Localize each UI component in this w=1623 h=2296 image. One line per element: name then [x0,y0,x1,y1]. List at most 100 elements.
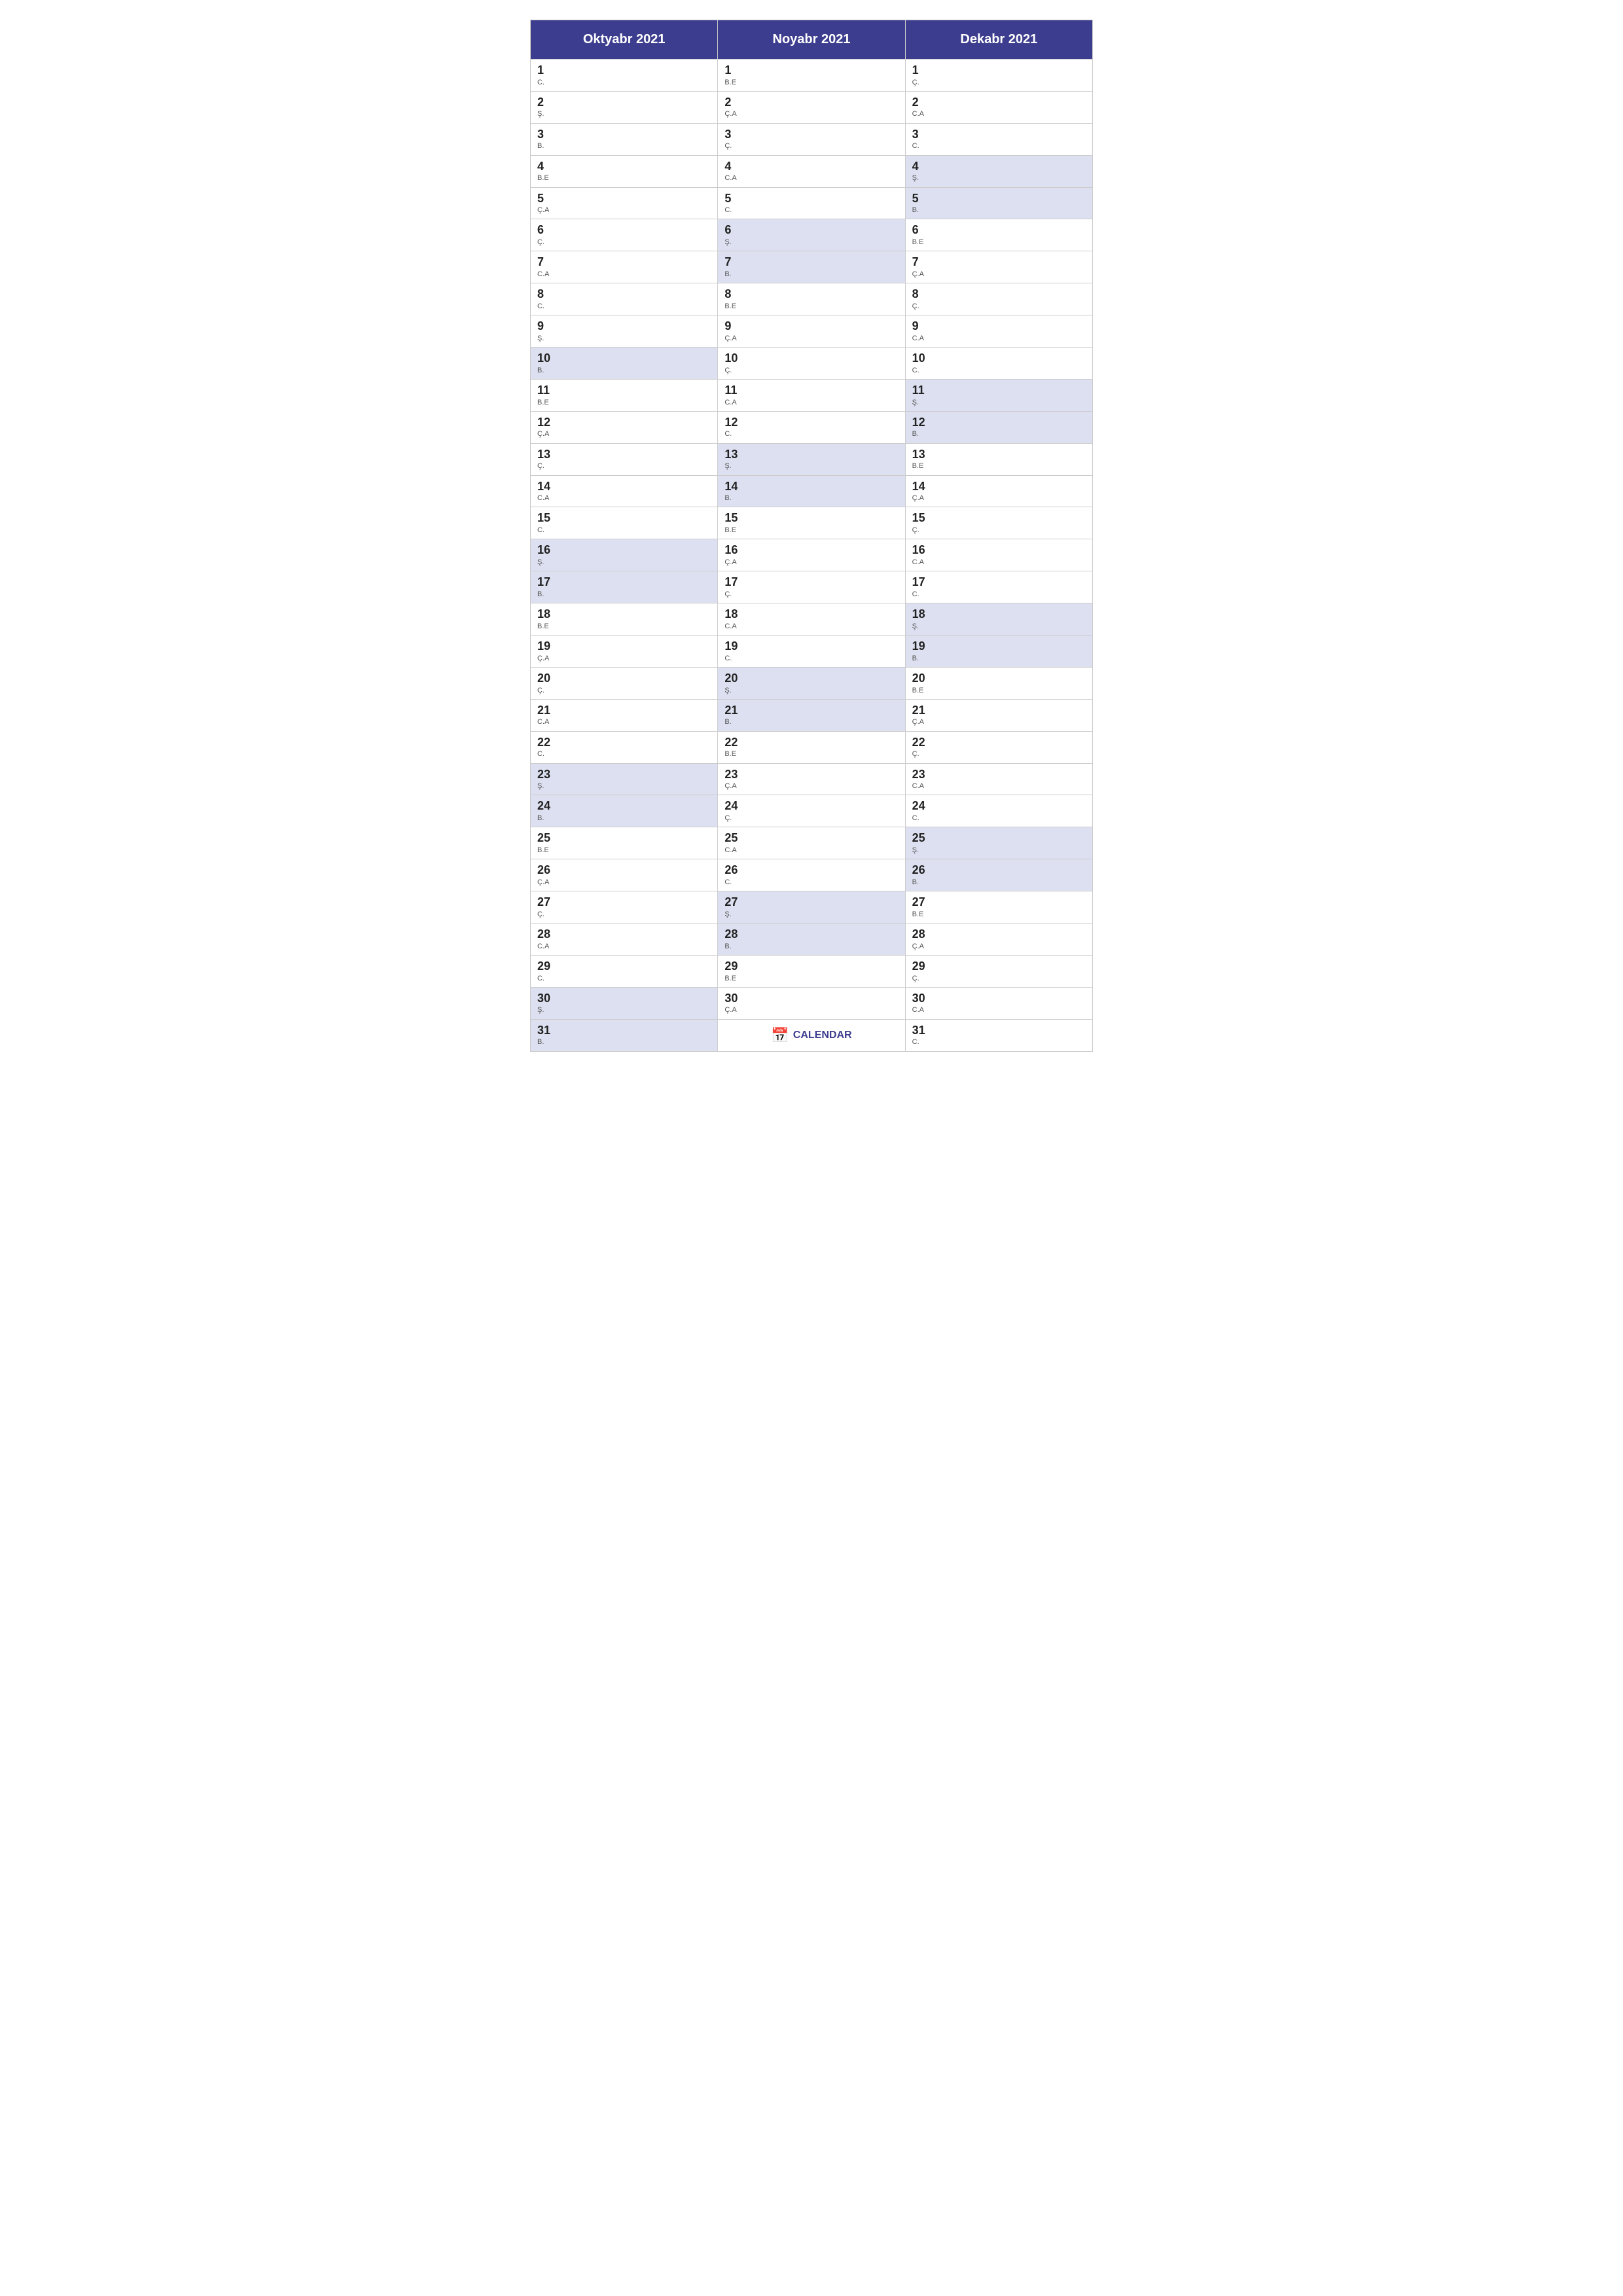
day-cell-m2-d14: 14B. [718,476,905,507]
day-number: 29 [537,960,711,974]
day-cell-m1-d3: 3B. [531,124,718,155]
day-number: 5 [537,192,711,206]
day-number: 30 [537,992,711,1006]
day-label: Ç.A [724,781,898,791]
day-number: 19 [537,639,711,654]
day-label: Ç. [537,910,711,919]
day-label: Ç. [537,686,711,695]
day-label: C.A [724,173,898,183]
day-row-4: 4B.E4C.A4Ş. [531,156,1093,188]
day-label: Ç.A [912,942,1086,951]
day-cell-m3-d25: 25Ş. [906,827,1093,859]
day-label: Ş. [912,846,1086,855]
day-label: C.A [724,622,898,631]
day-label: Ç.A [537,654,711,663]
day-label: B.E [724,974,898,983]
day-cell-m3-d19: 19B. [906,636,1093,667]
day-row-8: 8C.8B.E8Ç. [531,283,1093,315]
day-row-26: 26Ç.A26C.26B. [531,859,1093,891]
day-label: Ş. [537,334,711,343]
day-label: B. [912,654,1086,663]
day-row-24: 24B.24Ç.24C. [531,795,1093,827]
day-label: Ç.A [537,878,711,887]
day-cell-m1-d17: 17B. [531,571,718,603]
day-label: C. [537,302,711,311]
day-row-17: 17B.17Ç.17C. [531,571,1093,603]
day-number: 21 [912,704,1086,718]
day-number: 14 [537,480,711,494]
day-number: 28 [912,927,1086,942]
day-label: Ç.A [537,206,711,215]
day-label: C.A [912,558,1086,567]
day-label: B. [912,878,1086,887]
day-cell-m3-d29: 29Ç. [906,956,1093,987]
day-cell-m3-d18: 18Ş. [906,603,1093,635]
day-row-21: 21C.A21B.21Ç.A [531,700,1093,732]
day-cell-m3-d26: 26B. [906,859,1093,891]
day-label: Ş. [537,781,711,791]
day-label: B.E [537,398,711,407]
day-label: B. [724,717,898,726]
day-row-7: 7C.A7B.7Ç.A [531,251,1093,283]
month-header-oct: Oktyabr 2021 [531,20,718,60]
day-cell-m1-d29: 29C. [531,956,718,987]
day-number: 24 [912,799,1086,814]
day-number: 21 [724,704,898,718]
day-cell-m2-d2: 2Ç.A [718,92,905,123]
day-cell-m3-d16: 16C.A [906,539,1093,571]
day-label: B. [537,590,711,599]
day-label: Ş. [724,461,898,471]
day-row-6: 6Ç.6Ş.6B.E [531,219,1093,251]
day-number: 1 [724,63,898,78]
day-label: C.A [537,270,711,279]
day-label: C.A [912,109,1086,118]
day-number: 4 [912,160,1086,174]
day-cell-m1-d16: 16Ş. [531,539,718,571]
day-number: 6 [537,223,711,238]
day-number: 9 [537,319,711,334]
day-label: B. [537,814,711,823]
day-label: B.E [724,526,898,535]
day-cell-m3-d6: 6B.E [906,219,1093,251]
calendar-grid: Oktyabr 2021 Noyabr 2021 Dekabr 2021 1C.… [530,20,1093,1052]
day-number: 17 [912,575,1086,590]
day-cell-m1-d5: 5Ç.A [531,188,718,219]
day-row-10: 10B.10Ç.10C. [531,348,1093,380]
day-label: B. [724,270,898,279]
day-row-11: 11B.E11C.A11Ş. [531,380,1093,412]
day-number: 19 [912,639,1086,654]
day-number: 2 [724,96,898,110]
day-cell-m3-d1: 1Ç. [906,60,1093,91]
day-label: C.A [724,398,898,407]
day-label: Ş. [724,238,898,247]
day-cell-m1-d30: 30Ş. [531,988,718,1019]
day-number: 16 [912,543,1086,558]
day-cell-m2-d23: 23Ç.A [718,764,905,795]
day-number: 10 [537,351,711,366]
day-cell-m3-d24: 24C. [906,795,1093,827]
day-number: 1 [537,63,711,78]
day-number: 17 [537,575,711,590]
day-cell-m2-d26: 26C. [718,859,905,891]
day-cell-m3-d2: 2C.A [906,92,1093,123]
day-label: Ş. [724,910,898,919]
day-label: C. [724,878,898,887]
day-cell-m2-d25: 25C.A [718,827,905,859]
day-number: 14 [912,480,1086,494]
day-number: 6 [912,223,1086,238]
day-cell-m3-d14: 14Ç.A [906,476,1093,507]
day-cell-m2-d20: 20Ş. [718,668,905,699]
day-number: 27 [912,895,1086,910]
calendar-logo-icon: 📅 [771,1027,789,1044]
day-row-28: 28C.A28B.28Ç.A [531,924,1093,956]
day-cell-m1-d27: 27Ç. [531,891,718,923]
day-number: 30 [912,992,1086,1006]
day-number: 26 [724,863,898,878]
day-label: C.A [912,1005,1086,1014]
day-label: B.E [537,173,711,183]
day-cell-m2-d27: 27Ş. [718,891,905,923]
day-number: 22 [537,736,711,750]
day-cell-m1-d20: 20Ç. [531,668,718,699]
day-label: C.A [537,493,711,503]
day-cell-m1-d26: 26Ç.A [531,859,718,891]
